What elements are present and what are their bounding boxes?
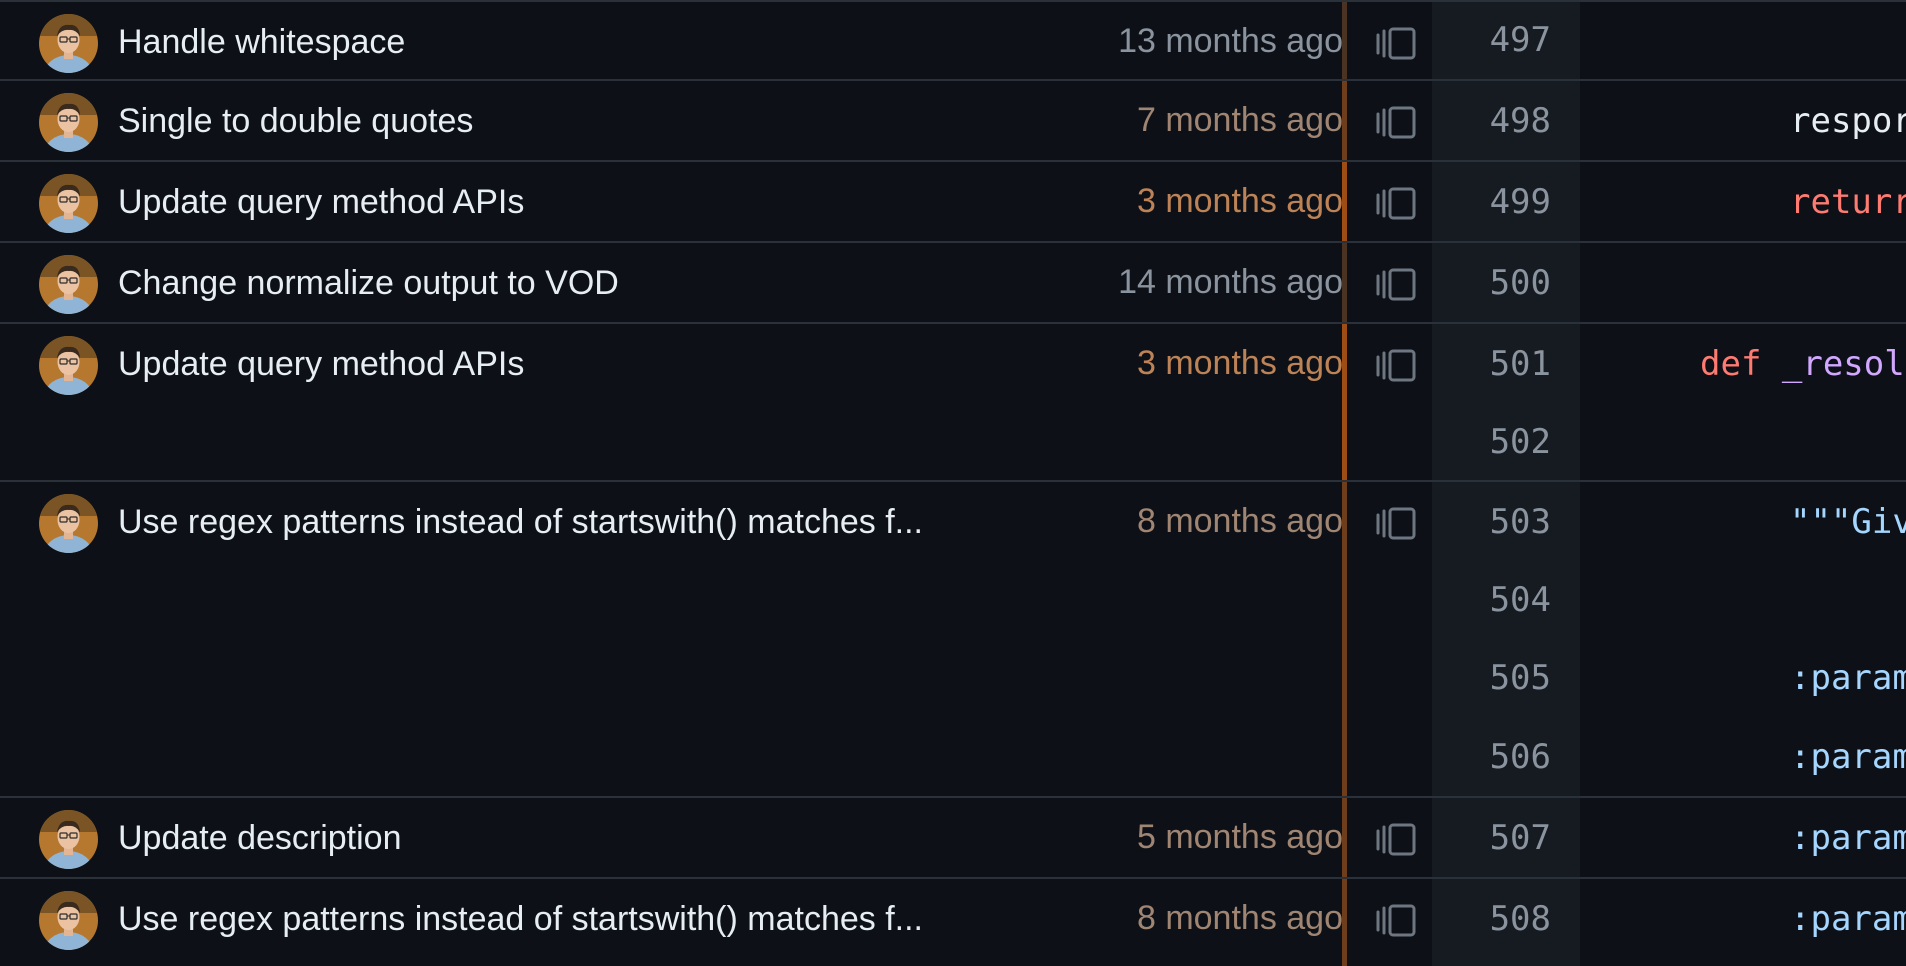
blame-hunk: Change normalize output to VOD 14 months… — [0, 241, 1906, 322]
line-number[interactable]: 501 — [1432, 344, 1551, 384]
reblame-icon[interactable] — [1370, 505, 1424, 541]
blame-hunk: Single to double quotes 7 months ago — [0, 79, 1906, 160]
line-number[interactable]: 508 — [1432, 899, 1551, 939]
commit-info: Use regex patterns instead of startswith… — [0, 482, 1343, 560]
recency-bar — [1342, 324, 1347, 481]
blame-hunk: Update description 5 months ago — [0, 796, 1906, 877]
recency-bar — [1342, 2, 1347, 81]
commit-info: Change normalize output to VOD 14 months… — [0, 243, 1343, 321]
line-number[interactable]: 503 — [1432, 502, 1551, 542]
line-number[interactable]: 505 — [1432, 658, 1551, 698]
reblame-icon[interactable] — [1370, 821, 1424, 857]
code-line: """Giv — [1790, 502, 1906, 542]
commit-age: 8 months ago — [1136, 899, 1343, 937]
author-avatar[interactable] — [39, 891, 98, 950]
reblame-icon[interactable] — [1370, 25, 1424, 61]
commit-age: 14 months ago — [1118, 263, 1343, 301]
commit-info: Update query method APIs 3 months ago — [0, 162, 1343, 240]
recency-bar — [1342, 879, 1347, 966]
line-number[interactable]: 497 — [1432, 20, 1551, 60]
commit-info: Use regex patterns instead of startswith… — [0, 879, 1343, 957]
line-number[interactable]: 499 — [1432, 182, 1551, 222]
recency-bar — [1342, 81, 1347, 160]
reblame-icon[interactable] — [1370, 104, 1424, 140]
reblame-icon[interactable] — [1370, 185, 1424, 221]
line-number[interactable]: 506 — [1432, 737, 1551, 777]
commit-message-link[interactable]: Update query method APIs — [118, 344, 524, 384]
code-line: :param — [1790, 658, 1906, 698]
line-number[interactable]: 502 — [1432, 422, 1551, 462]
blame-hunk: Update query method APIs 3 months ago — [0, 322, 1906, 481]
reblame-icon[interactable] — [1370, 902, 1424, 938]
blame-hunk: Handle whitespace 13 months ago — [0, 0, 1906, 81]
commit-message-link[interactable]: Handle whitespace — [118, 22, 405, 62]
commit-message-link[interactable]: Single to double quotes — [118, 101, 473, 141]
line-number[interactable]: 500 — [1432, 263, 1551, 303]
author-avatar[interactable] — [39, 93, 98, 152]
commit-info: Update description 5 months ago — [0, 798, 1343, 876]
commit-message-link[interactable]: Update query method APIs — [118, 182, 524, 222]
line-number[interactable]: 507 — [1432, 818, 1551, 858]
line-number[interactable]: 504 — [1432, 580, 1551, 620]
blame-hunk: Update query method APIs 3 months ago — [0, 160, 1906, 241]
author-avatar[interactable] — [39, 14, 98, 73]
author-avatar[interactable] — [39, 255, 98, 314]
commit-age: 3 months ago — [1136, 182, 1343, 220]
recency-bar — [1342, 243, 1347, 322]
commit-info: Update query method APIs 3 months ago — [0, 324, 1343, 402]
commit-message-link[interactable]: Change normalize output to VOD — [118, 263, 619, 303]
reblame-icon[interactable] — [1370, 266, 1424, 302]
blame-hunk: Use regex patterns instead of startswith… — [0, 480, 1906, 798]
commit-message-link[interactable]: Use regex patterns instead of startswith… — [118, 502, 923, 542]
reblame-icon[interactable] — [1370, 347, 1424, 383]
commit-age: 5 months ago — [1136, 818, 1343, 856]
code-line: def _resol — [1700, 344, 1905, 384]
commit-age: 13 months ago — [1118, 22, 1343, 60]
recency-bar — [1342, 798, 1347, 877]
code-line: :param — [1790, 818, 1906, 858]
line-number[interactable]: 498 — [1432, 101, 1551, 141]
code-line: :param — [1790, 899, 1906, 939]
blame-view: Handle whitespace 13 months ago Single t… — [0, 0, 1906, 966]
code-line: returr — [1790, 182, 1906, 222]
recency-bar — [1342, 162, 1347, 241]
commit-age: 3 months ago — [1136, 344, 1343, 382]
author-avatar[interactable] — [39, 810, 98, 869]
blame-hunk: Use regex patterns instead of startswith… — [0, 877, 1906, 966]
recency-bar — [1342, 482, 1347, 798]
commit-info: Handle whitespace 13 months ago — [0, 2, 1343, 80]
commit-message-link[interactable]: Use regex patterns instead of startswith… — [118, 899, 923, 939]
author-avatar[interactable] — [39, 174, 98, 233]
code-line: :param — [1790, 737, 1906, 777]
author-avatar[interactable] — [39, 494, 98, 553]
commit-age: 7 months ago — [1136, 101, 1343, 139]
code-line: respor — [1790, 101, 1906, 141]
commit-message-link[interactable]: Update description — [118, 818, 402, 858]
commit-age: 8 months ago — [1136, 502, 1343, 540]
commit-info: Single to double quotes 7 months ago — [0, 81, 1343, 159]
author-avatar[interactable] — [39, 336, 98, 395]
